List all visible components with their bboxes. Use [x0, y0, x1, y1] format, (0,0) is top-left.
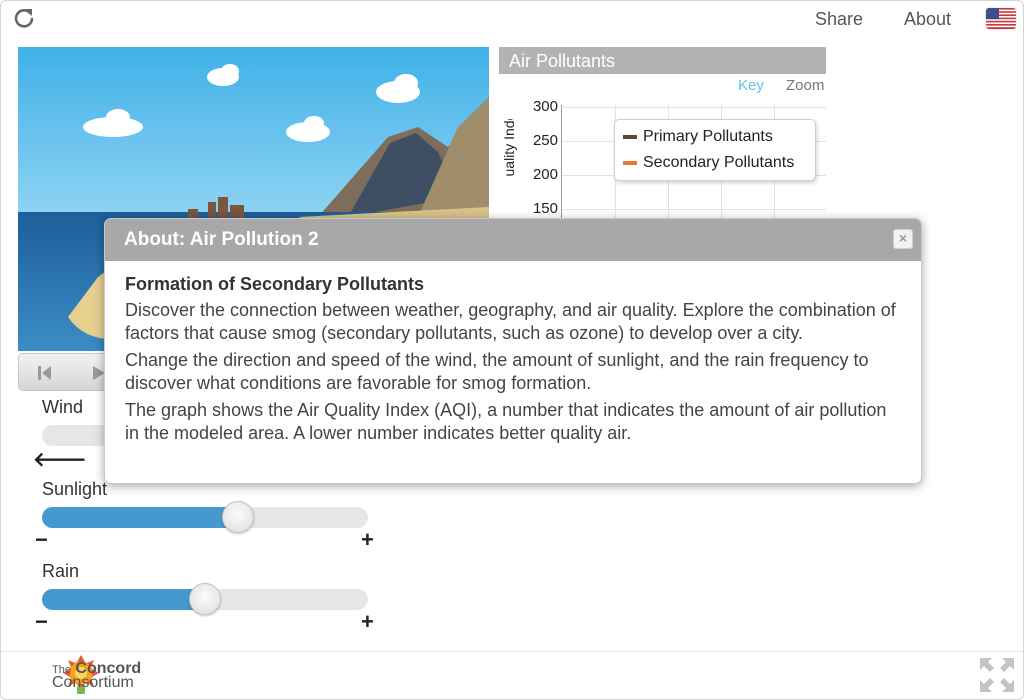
rain-slider-handle[interactable]	[189, 583, 221, 615]
graph-title: Air Pollutants	[499, 47, 826, 74]
rain-slider[interactable]	[42, 583, 368, 615]
share-link[interactable]: Share	[815, 9, 863, 30]
fullscreen-icon[interactable]	[978, 656, 1016, 694]
us-flag-icon[interactable]	[986, 8, 1016, 29]
y-tick-label: 300	[532, 98, 558, 115]
about-dialog-heading: Formation of Secondary Pollutants	[125, 274, 425, 294]
rain-plus-icon: +	[361, 609, 374, 634]
wind-label: Wind	[42, 397, 84, 417]
reset-icon[interactable]	[35, 364, 55, 382]
playback-controls	[18, 353, 118, 391]
about-dialog-title: About: Air Pollution 2	[124, 229, 319, 250]
about-paragraph: Discover the connection between weather,…	[125, 300, 896, 343]
about-dialog: About: Air Pollution 2 × Formation of Se…	[104, 218, 922, 484]
footer-divider	[1, 651, 1023, 652]
legend-item-primary: Primary Pollutants	[623, 128, 773, 146]
legend-swatch	[623, 135, 637, 139]
close-icon[interactable]: ×	[893, 229, 913, 249]
about-dialog-body: Formation of Secondary Pollutants Discov…	[105, 261, 921, 445]
about-dialog-header: About: Air Pollution 2 ×	[105, 219, 921, 261]
rain-minus-icon: −	[35, 609, 48, 634]
wind-slider[interactable]	[42, 425, 112, 446]
y-tick-label: 250	[532, 132, 558, 149]
sunlight-label: Sunlight	[42, 479, 108, 499]
about-paragraph: Change the direction and speed of the wi…	[125, 350, 869, 393]
graph-zoom-link[interactable]: Zoom	[786, 77, 824, 94]
logo-text-line2: Consortium	[52, 674, 134, 691]
rain-slider-fill	[42, 589, 205, 610]
legend-item-secondary: Secondary Pollutants	[623, 154, 794, 172]
about-link[interactable]: About	[904, 9, 951, 30]
sunlight-slider-fill	[42, 507, 238, 528]
legend-swatch	[623, 161, 637, 165]
graph-legend: Primary Pollutants Secondary Pollutants	[614, 119, 816, 181]
graph-key-link[interactable]: Key	[738, 77, 764, 94]
sunlight-plus-icon: +	[361, 527, 374, 552]
about-paragraph: The graph shows the Air Quality Index (A…	[125, 400, 887, 443]
app-frame: Share About Wind 🡐 Sunlight − + Rain − +…	[0, 0, 1024, 700]
sunlight-slider[interactable]	[42, 501, 368, 533]
y-tick-label: 200	[532, 166, 558, 183]
y-tick-label: 150	[532, 200, 558, 217]
wind-direction-arrow-icon[interactable]: 🡐	[33, 447, 87, 472]
rain-label: Rain	[42, 561, 80, 581]
sunlight-minus-icon: −	[35, 527, 48, 552]
sunlight-slider-handle[interactable]	[222, 501, 254, 533]
reload-icon[interactable]	[13, 7, 35, 29]
